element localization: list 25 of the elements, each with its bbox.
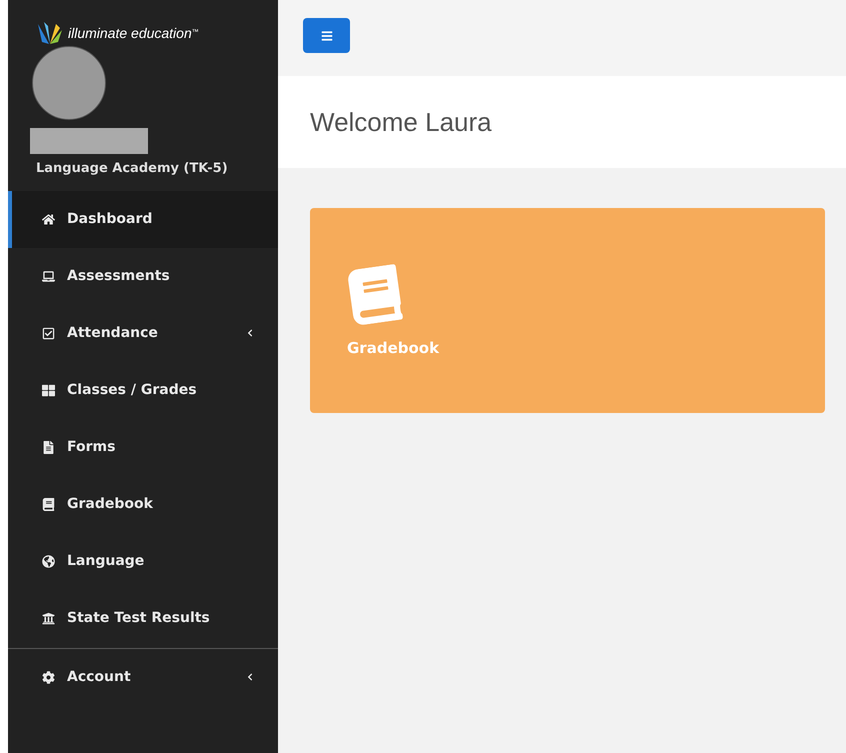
logo-text: illuminate education$^{™}$ bbox=[68, 24, 199, 42]
menu-button[interactable] bbox=[303, 18, 350, 53]
sidebar-item[interactable]: Dashboard bbox=[8, 190, 278, 248]
sidebar-item[interactable]: Gradebook bbox=[8, 476, 278, 532]
book-icon bbox=[42, 498, 55, 510]
sidebar-item[interactable]: Attendance bbox=[8, 304, 278, 362]
sidebar-item[interactable]: Assessments bbox=[8, 248, 278, 304]
sidebar-item[interactable]: Classes / Grades bbox=[8, 362, 278, 418]
sidebar-item[interactable]: State Test Results bbox=[8, 590, 278, 646]
globe-icon bbox=[42, 554, 55, 568]
welcome-title: Welcome Laura bbox=[310, 106, 492, 138]
school-name: Language Academy (TK-5) bbox=[36, 160, 229, 178]
house-icon bbox=[42, 212, 55, 226]
sidebar-item[interactable]: Language bbox=[8, 532, 278, 590]
sidebar-item[interactable]: Forms bbox=[8, 418, 278, 476]
menu-icon bbox=[320, 30, 332, 42]
bank-icon bbox=[42, 612, 55, 624]
document-icon bbox=[42, 440, 55, 454]
tile-label: Gradebook bbox=[347, 338, 440, 359]
laptop-icon bbox=[42, 270, 55, 282]
gear-icon bbox=[42, 670, 55, 684]
grid-icon bbox=[42, 384, 55, 396]
checkbox-icon bbox=[42, 326, 55, 340]
sidebar-item[interactable]: Account bbox=[8, 648, 278, 706]
butterfly-logo-icon bbox=[36, 20, 64, 46]
